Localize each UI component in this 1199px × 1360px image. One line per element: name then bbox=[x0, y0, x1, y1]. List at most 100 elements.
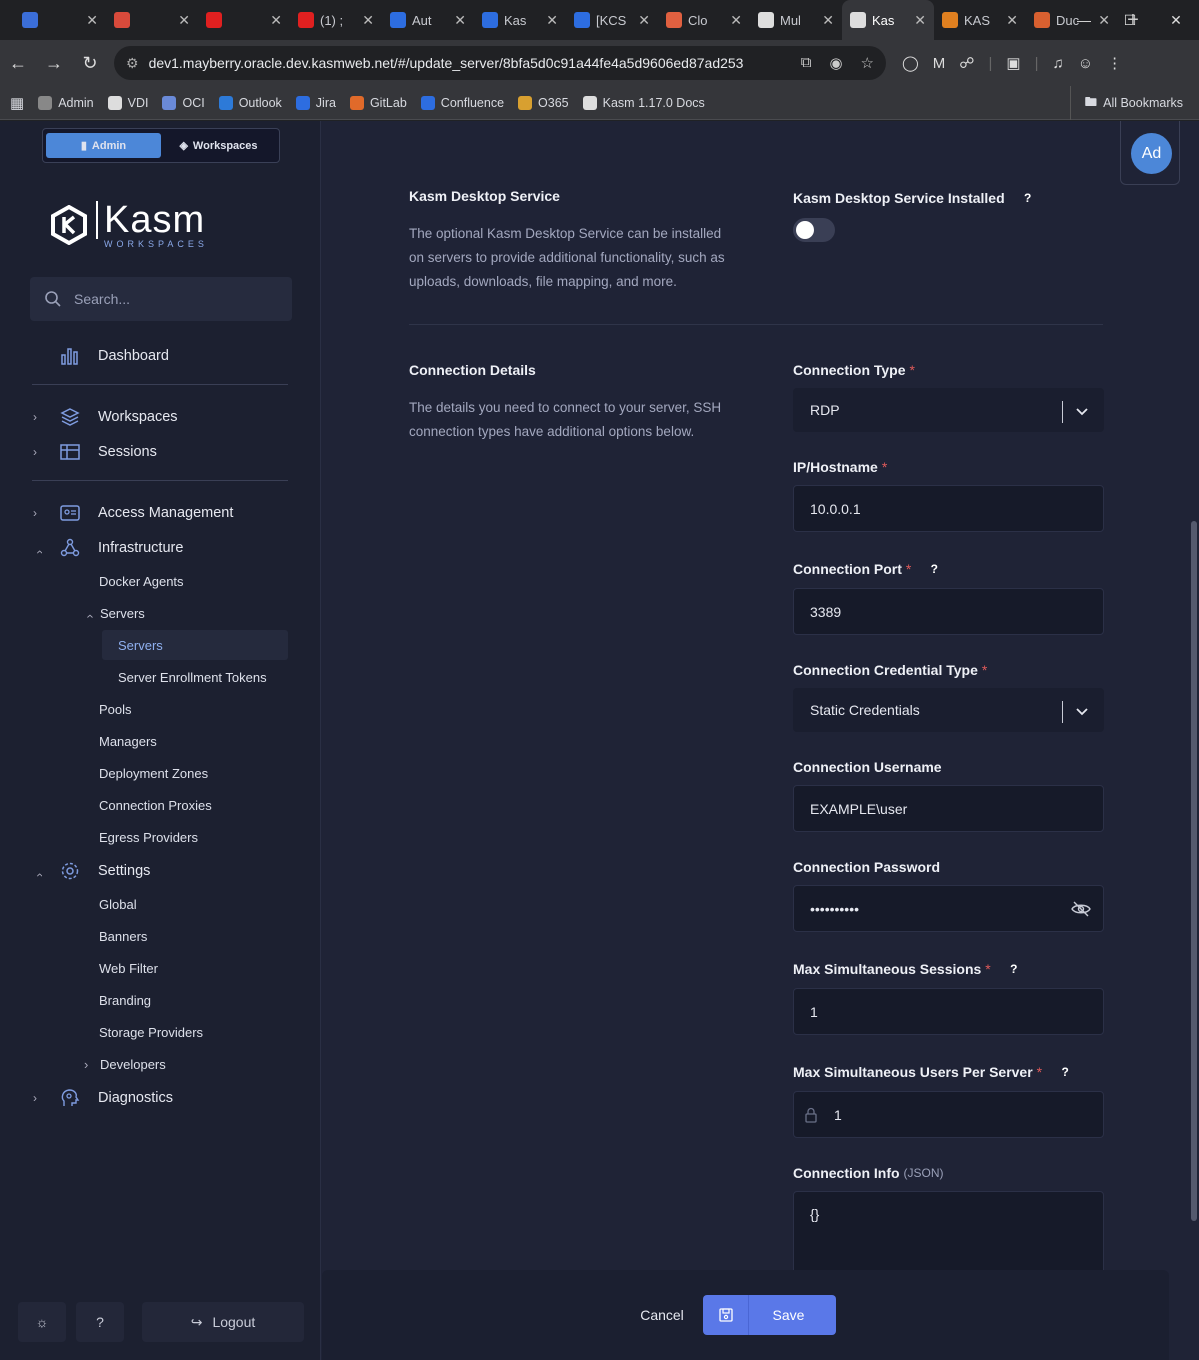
tab-close-icon[interactable]: ✕ bbox=[1006, 12, 1018, 29]
sidebar-item-storage-providers[interactable]: Storage Providers bbox=[99, 1018, 203, 1046]
help-icon[interactable]: ? bbox=[1005, 960, 1023, 978]
help-icon[interactable]: ? bbox=[1019, 189, 1037, 207]
credential-type-select[interactable]: Static Credentials bbox=[793, 688, 1104, 732]
connection-type-select[interactable]: RDP bbox=[793, 388, 1104, 432]
sidebar-item-infrastructure[interactable]: › Infrastructure bbox=[0, 532, 321, 564]
browser-tab[interactable]: (1) ; ✕ bbox=[290, 0, 382, 40]
sidebar-item-docker-agents[interactable]: Docker Agents bbox=[99, 567, 184, 595]
browser-tab[interactable]: Clo ✕ bbox=[658, 0, 750, 40]
forward-button[interactable]: → bbox=[36, 53, 72, 74]
sidebar-item-banners[interactable]: Banners bbox=[99, 922, 147, 950]
sidebar-item-web-filter[interactable]: Web Filter bbox=[99, 954, 158, 982]
ip-hostname-input[interactable]: 10.0.0.1 bbox=[793, 485, 1104, 532]
sidebar-item-global[interactable]: Global bbox=[99, 890, 137, 918]
sidebar-item-branding[interactable]: Branding bbox=[99, 986, 151, 1014]
apps-grid-icon[interactable]: ▦ bbox=[10, 94, 24, 112]
sidebar-item-deployment-zones[interactable]: Deployment Zones bbox=[99, 759, 208, 787]
maximize-button[interactable]: ☐ bbox=[1107, 0, 1153, 40]
kds-installed-toggle[interactable] bbox=[793, 218, 835, 242]
bookmark-item[interactable]: GitLab bbox=[349, 95, 407, 110]
bookmark-item[interactable]: Kasm 1.17.0 Docs bbox=[582, 95, 705, 110]
tab-close-icon[interactable]: ✕ bbox=[270, 12, 282, 29]
sidebar-item-pools[interactable]: Pools bbox=[99, 695, 132, 723]
all-bookmarks[interactable]: 🖿 All Bookmarks bbox=[1069, 86, 1183, 120]
admin-mode-button[interactable]: ▮ Admin bbox=[46, 133, 161, 158]
bookmark-item[interactable]: Outlook bbox=[218, 95, 282, 110]
tab-close-icon[interactable]: ✕ bbox=[86, 12, 98, 29]
tab-close-icon[interactable]: ✕ bbox=[546, 12, 558, 29]
reload-button[interactable]: ↻ bbox=[72, 53, 108, 74]
bookmark-item[interactable]: Jira bbox=[295, 95, 336, 110]
sidebar-item-egress-providers[interactable]: Egress Providers bbox=[99, 823, 198, 851]
address-bar[interactable]: ⚙ dev1.mayberry.oracle.dev.kasmweb.net/#… bbox=[114, 46, 886, 80]
back-button[interactable]: ← bbox=[0, 53, 36, 74]
page-scrollbar[interactable] bbox=[1191, 521, 1197, 1221]
help-icon[interactable]: ? bbox=[925, 560, 943, 578]
tab-close-icon[interactable]: ✕ bbox=[914, 12, 926, 29]
browser-tab[interactable]: Kas ✕ bbox=[474, 0, 566, 40]
sidebar-item-access-management[interactable]: › Access Management bbox=[0, 497, 321, 529]
bookmark-item[interactable]: Admin bbox=[38, 95, 94, 110]
theme-toggle-button[interactable]: ☼ bbox=[18, 1302, 66, 1342]
bookmark-item[interactable]: Confluence bbox=[420, 95, 504, 110]
sidebar-item-settings[interactable]: › Settings bbox=[0, 855, 321, 887]
sidebar-item-connection-proxies[interactable]: Connection Proxies bbox=[99, 791, 212, 819]
profile-icon[interactable]: ☺ bbox=[1078, 55, 1093, 72]
bookmark-item[interactable]: OCI bbox=[162, 95, 205, 110]
kasm-logo[interactable]: Kasm WORKSPACES bbox=[50, 201, 208, 249]
connection-port-input[interactable]: 3389 bbox=[793, 588, 1104, 635]
extension-m-icon[interactable]: M bbox=[933, 55, 946, 72]
sidebar-item-managers[interactable]: Managers bbox=[99, 727, 157, 755]
connection-password-input[interactable]: •••••••••• bbox=[793, 885, 1104, 932]
cancel-button[interactable]: Cancel bbox=[622, 1300, 702, 1330]
avatar[interactable]: Ad bbox=[1131, 133, 1172, 174]
tab-close-icon[interactable]: ✕ bbox=[178, 12, 190, 29]
tab-close-icon[interactable]: ✕ bbox=[638, 12, 650, 29]
bookmark-star-icon[interactable]: ☆ bbox=[861, 54, 874, 72]
media-icon[interactable]: ♫ bbox=[1053, 55, 1064, 72]
bookmark-item[interactable]: VDI bbox=[107, 95, 148, 110]
tab-close-icon[interactable]: ✕ bbox=[822, 12, 834, 29]
browser-tab[interactable]: Aut ✕ bbox=[382, 0, 474, 40]
chevron-right-icon: › bbox=[33, 445, 37, 459]
save-button[interactable]: Save bbox=[703, 1295, 836, 1335]
sidebar-search[interactable]: Search... bbox=[30, 277, 292, 321]
help-button[interactable]: ? bbox=[76, 1302, 124, 1342]
tab-close-icon[interactable]: ✕ bbox=[454, 12, 466, 29]
connection-username-input[interactable]: EXAMPLE\user bbox=[793, 785, 1104, 832]
sidebar-item-workspaces[interactable]: › Workspaces bbox=[0, 401, 321, 433]
browser-tab[interactable]: Kas ✕ bbox=[842, 0, 934, 40]
sidebar-item-developers[interactable]: › Developers bbox=[84, 1050, 166, 1078]
extensions-puzzle-icon[interactable]: ☍ bbox=[959, 54, 974, 72]
bookmark-item[interactable]: O365 bbox=[518, 95, 569, 110]
url-text[interactable]: dev1.mayberry.oracle.dev.kasmweb.net/#/u… bbox=[149, 55, 791, 71]
tab-close-icon[interactable]: ✕ bbox=[362, 12, 374, 29]
help-icon[interactable]: ? bbox=[1056, 1063, 1074, 1081]
browser-tab[interactable]: ✕ bbox=[106, 0, 198, 40]
close-window-button[interactable]: ✕ bbox=[1153, 0, 1199, 40]
eye-off-icon[interactable] bbox=[1071, 901, 1091, 917]
browser-tab[interactable]: ✕ bbox=[14, 0, 106, 40]
tab-close-icon[interactable]: ✕ bbox=[730, 12, 742, 29]
minimize-button[interactable]: — bbox=[1061, 0, 1107, 40]
browser-tab[interactable]: KAS ✕ bbox=[934, 0, 1026, 40]
search-tabs-icon[interactable]: ▣ bbox=[1006, 54, 1020, 72]
sidebar-item-servers[interactable]: Servers bbox=[118, 631, 163, 659]
site-info-icon[interactable]: ⚙ bbox=[126, 55, 139, 72]
sidebar-item-dashboard[interactable]: Dashboard bbox=[0, 340, 321, 372]
install-app-icon[interactable]: ⧉ bbox=[801, 54, 812, 72]
connection-section-description: The details you need to connect to your … bbox=[409, 400, 722, 439]
sidebar-item-server-enrollment-tokens[interactable]: Server Enrollment Tokens bbox=[118, 663, 267, 691]
sidebar-item-diagnostics[interactable]: › Diagnostics bbox=[0, 1082, 321, 1114]
browser-tab[interactable]: Mul ✕ bbox=[750, 0, 842, 40]
menu-icon[interactable]: ⋮ bbox=[1107, 54, 1122, 72]
workspaces-mode-button[interactable]: ◈ Workspaces bbox=[161, 133, 276, 158]
sidebar-item-servers-group[interactable]: › Servers bbox=[82, 599, 145, 627]
tracking-icon[interactable]: ◉ bbox=[829, 54, 842, 72]
max-sessions-input[interactable]: 1 bbox=[793, 988, 1104, 1035]
logout-button[interactable]: ↪ Logout bbox=[142, 1302, 304, 1342]
password-manager-icon[interactable]: ◯ bbox=[902, 54, 919, 72]
browser-tab[interactable]: [KCS ✕ bbox=[566, 0, 658, 40]
sidebar-item-sessions[interactable]: › Sessions bbox=[0, 436, 321, 468]
browser-tab[interactable]: ✕ bbox=[198, 0, 290, 40]
